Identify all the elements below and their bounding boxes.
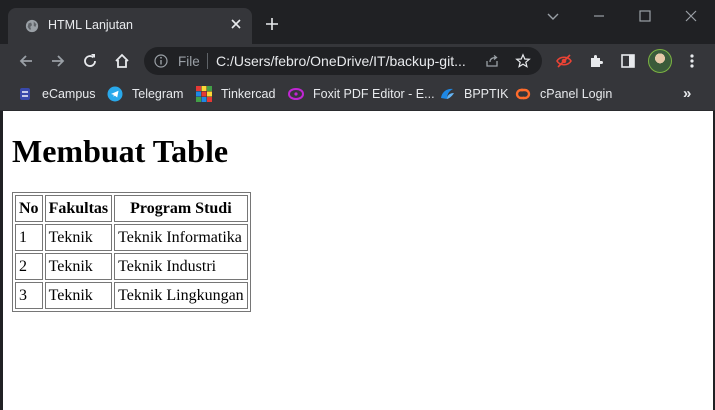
- new-tab-icon[interactable]: [264, 16, 280, 32]
- extensions-puzzle-icon[interactable]: [587, 52, 605, 70]
- tinkercad-icon: [196, 86, 212, 102]
- table-row: 2 Teknik Teknik Industri: [15, 253, 248, 280]
- close-tab-icon[interactable]: [228, 16, 244, 32]
- url-scheme-label: File: [178, 54, 200, 69]
- more-bookmarks-icon[interactable]: »: [683, 85, 691, 102]
- column-header: Program Studi: [114, 195, 248, 222]
- home-icon[interactable]: [113, 52, 131, 70]
- bookmark-label: Telegram: [132, 87, 184, 101]
- bookmark-tinkercad[interactable]: Tinkercad: [196, 85, 275, 103]
- table-cell: Teknik: [44, 253, 113, 280]
- globe-icon: [25, 19, 39, 33]
- telegram-icon: [107, 86, 123, 102]
- minimize-icon[interactable]: [591, 8, 607, 24]
- table-cell: Teknik: [44, 224, 113, 251]
- page-content: Membuat Table No Fakultas Program Studi …: [3, 111, 713, 410]
- table-cell: Teknik Lingkungan: [114, 282, 248, 309]
- browser-tab[interactable]: HTML Lanjutan: [8, 8, 252, 44]
- table-cell: Teknik Informatika: [114, 224, 248, 251]
- bookmark-label: eCampus: [42, 87, 96, 101]
- table-header-row: No Fakultas Program Studi: [15, 195, 248, 222]
- tab-strip: HTML Lanjutan: [0, 0, 715, 44]
- table-cell: 1: [15, 224, 43, 251]
- bookmark-cpanel[interactable]: cPanel Login: [515, 85, 612, 103]
- url-text[interactable]: C:/Users/febro/OneDrive/IT/backup-git...: [216, 53, 466, 69]
- bookmark-ecampus[interactable]: eCampus: [17, 85, 96, 103]
- bookmark-telegram[interactable]: Telegram: [107, 85, 183, 103]
- hide-extension-icon[interactable]: [555, 52, 573, 70]
- bookmark-foxit[interactable]: Foxit PDF Editor - E...: [288, 85, 435, 103]
- profile-avatar[interactable]: [648, 49, 672, 73]
- reload-icon[interactable]: [81, 52, 99, 70]
- address-bar[interactable]: File C:/Users/febro/OneDrive/IT/backup-g…: [144, 47, 542, 75]
- tab-search-icon[interactable]: [545, 8, 561, 24]
- back-icon[interactable]: [17, 52, 35, 70]
- column-header: No: [15, 195, 43, 222]
- bookmark-star-icon[interactable]: [515, 53, 531, 69]
- table-cell: Teknik: [44, 282, 113, 309]
- bookmark-label: BPPTIK: [464, 87, 509, 101]
- bpptik-icon: [441, 88, 454, 99]
- foxit-icon: [288, 87, 304, 101]
- url-separator: [207, 53, 208, 69]
- bookmark-label: Foxit PDF Editor - E...: [313, 87, 435, 101]
- table-cell: Teknik Industri: [114, 253, 248, 280]
- side-panel-icon[interactable]: [619, 52, 637, 70]
- bookmark-label: Tinkercad: [221, 87, 276, 101]
- maximize-icon[interactable]: [637, 8, 653, 24]
- page-title: Membuat Table: [12, 133, 229, 169]
- table-row: 3 Teknik Teknik Lingkungan: [15, 282, 248, 309]
- cpanel-icon: [515, 88, 531, 100]
- tab-title: HTML Lanjutan: [48, 18, 133, 32]
- ecampus-icon: [20, 88, 30, 100]
- share-icon[interactable]: [484, 53, 500, 69]
- browser-toolbar: File C:/Users/febro/OneDrive/IT/backup-g…: [0, 44, 715, 78]
- menu-more-icon[interactable]: [683, 52, 701, 70]
- column-header: Fakultas: [44, 195, 113, 222]
- info-icon[interactable]: [154, 54, 168, 68]
- close-window-icon[interactable]: [683, 8, 699, 24]
- table-row: 1 Teknik Teknik Informatika: [15, 224, 248, 251]
- bookmarks-bar: eCampus Telegram Tinkercad Foxit PDF Edi…: [0, 78, 715, 111]
- bookmark-label: cPanel Login: [540, 87, 613, 101]
- forward-icon[interactable]: [49, 52, 67, 70]
- bookmark-bpptik[interactable]: BPPTIK: [439, 85, 508, 103]
- table-cell: 3: [15, 282, 43, 309]
- table-cell: 2: [15, 253, 43, 280]
- faculty-table: No Fakultas Program Studi 1 Teknik Tekni…: [12, 192, 251, 312]
